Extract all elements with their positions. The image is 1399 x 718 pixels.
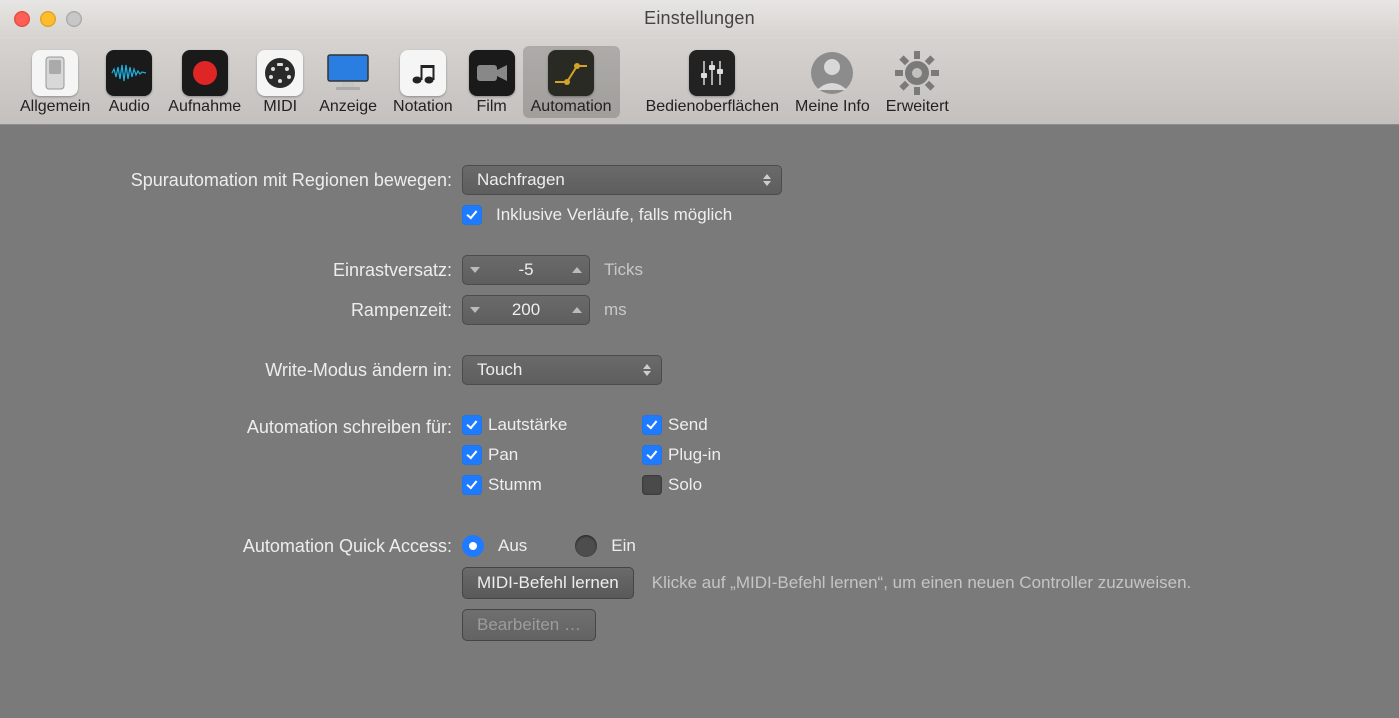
ramp-time-label: Rampenzeit:	[30, 300, 462, 321]
volume-checkbox[interactable]	[462, 415, 482, 435]
waveform-icon	[106, 50, 152, 96]
edit-button: Bearbeiten …	[462, 609, 596, 641]
mute-checkbox[interactable]	[462, 475, 482, 495]
snap-offset-stepper[interactable]: -5	[462, 255, 590, 285]
updown-icon	[641, 364, 653, 376]
include-gradients-label: Inklusive Verläufe, falls möglich	[496, 205, 732, 225]
stepper-value: -5	[487, 260, 565, 280]
include-gradients-checkbox[interactable]	[462, 205, 482, 225]
quick-access-off-label: Aus	[498, 536, 527, 556]
quick-access-label: Automation Quick Access:	[30, 536, 462, 557]
stepper-down-icon[interactable]	[463, 267, 487, 273]
ramp-time-unit: ms	[604, 300, 627, 320]
faders-icon	[689, 50, 735, 96]
tab-label: MIDI	[263, 98, 297, 116]
preferences-window: Einstellungen Allgemein Audio Aufnahme	[0, 0, 1399, 718]
tab-my-info[interactable]: Meine Info	[787, 46, 878, 118]
send-label: Send	[668, 415, 708, 435]
pan-checkbox[interactable]	[462, 445, 482, 465]
ramp-time-stepper[interactable]: 200	[462, 295, 590, 325]
solo-checkbox[interactable]	[642, 475, 662, 495]
tab-label: Film	[477, 98, 507, 116]
gear-icon	[894, 50, 940, 96]
plugin-checkbox[interactable]	[642, 445, 662, 465]
quick-access-on-radio[interactable]	[575, 535, 597, 557]
tab-label: Notation	[393, 98, 453, 116]
record-icon	[182, 50, 228, 96]
stepper-down-icon[interactable]	[463, 307, 487, 313]
quick-access-on-label: Ein	[611, 536, 636, 556]
tab-display[interactable]: Anzeige	[311, 46, 385, 118]
move-automation-label: Spurautomation mit Regionen bewegen:	[30, 170, 462, 191]
automation-icon	[548, 50, 594, 96]
mute-label: Stumm	[488, 475, 542, 495]
learn-midi-hint: Klicke auf „MIDI-Befehl lernen“, um eine…	[652, 573, 1192, 593]
select-value: Touch	[477, 360, 522, 380]
switch-icon	[32, 50, 78, 96]
pan-label: Pan	[488, 445, 518, 465]
write-mode-label: Write-Modus ändern in:	[30, 360, 462, 381]
midi-icon	[257, 50, 303, 96]
solo-label: Solo	[668, 475, 702, 495]
tab-midi[interactable]: MIDI	[249, 46, 311, 118]
tab-label: Allgemein	[20, 98, 90, 116]
send-checkbox[interactable]	[642, 415, 662, 435]
tab-advanced[interactable]: Erweitert	[878, 46, 957, 118]
preferences-toolbar: Allgemein Audio Aufnahme MIDI Anzeige	[0, 38, 1399, 125]
tab-control-surfaces[interactable]: Bedienoberflächen	[638, 46, 787, 118]
select-value: Nachfragen	[477, 170, 565, 190]
stepper-up-icon[interactable]	[565, 267, 589, 273]
move-automation-select[interactable]: Nachfragen	[462, 165, 782, 195]
write-for-label: Automation schreiben für:	[30, 415, 462, 438]
snap-offset-label: Einrastversatz:	[30, 260, 462, 281]
camera-icon	[469, 50, 515, 96]
quick-access-off-radio[interactable]	[462, 535, 484, 557]
tab-label: Anzeige	[319, 98, 377, 116]
tab-label: Meine Info	[795, 98, 870, 116]
volume-label: Lautstärke	[488, 415, 567, 435]
notation-icon	[400, 50, 446, 96]
write-mode-select[interactable]: Touch	[462, 355, 662, 385]
tab-label: Bedienoberflächen	[646, 98, 779, 116]
tab-label: Erweitert	[886, 98, 949, 116]
tab-audio[interactable]: Audio	[98, 46, 160, 118]
tab-automation[interactable]: Automation	[523, 46, 620, 118]
titlebar: Einstellungen	[0, 0, 1399, 38]
tab-notation[interactable]: Notation	[385, 46, 461, 118]
tab-record[interactable]: Aufnahme	[160, 46, 249, 118]
tab-label: Audio	[109, 98, 150, 116]
learn-midi-button[interactable]: MIDI-Befehl lernen	[462, 567, 634, 599]
window-title: Einstellungen	[0, 8, 1399, 29]
tab-general[interactable]: Allgemein	[12, 46, 98, 118]
display-icon	[325, 50, 371, 96]
tab-film[interactable]: Film	[461, 46, 523, 118]
updown-icon	[761, 174, 773, 186]
plugin-label: Plug-in	[668, 445, 721, 465]
tab-label: Automation	[531, 98, 612, 116]
tab-label: Aufnahme	[168, 98, 241, 116]
stepper-up-icon[interactable]	[565, 307, 589, 313]
stepper-value: 200	[487, 300, 565, 320]
person-icon	[809, 50, 855, 96]
snap-offset-unit: Ticks	[604, 260, 643, 280]
automation-pane: Spurautomation mit Regionen bewegen: Nac…	[0, 125, 1399, 681]
